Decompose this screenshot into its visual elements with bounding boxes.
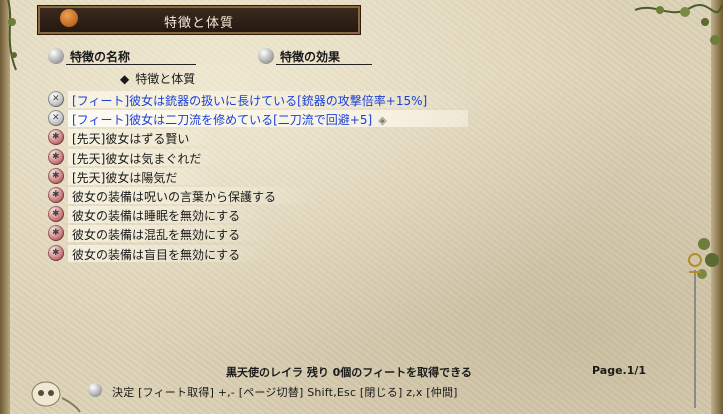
trait-icon: ✱ [48, 129, 64, 146]
emblem-icon: ✱ [52, 151, 60, 162]
feature-text: [フィート]彼女は銃器の扱いに長けている[銃器の攻撃倍率+15%] [72, 94, 428, 108]
column-header-name[interactable]: 特徴の名称 [48, 46, 198, 66]
emblem-icon: ✱ [52, 189, 60, 200]
key-hint-text: 決定 [フィート取得] +,- [ページ切替] Shift,Esc [閉じる] … [112, 386, 458, 399]
window-title-bar: 特徴と体質 [38, 6, 360, 34]
emblem-icon: ✱ [52, 247, 60, 258]
emblem-icon: ✱ [52, 132, 60, 143]
column-effect-label: 特徴の効果 [280, 50, 341, 64]
trait-icon: ✱ [48, 167, 64, 184]
trait-icon: ✱ [48, 186, 64, 203]
diamond-bullet-icon: ◆ [120, 72, 130, 86]
feature-text: [先天]彼女は気まぐれだ [72, 151, 202, 166]
crossed-swords-icon: ✕ [52, 113, 60, 124]
trait-icon: ✱ [48, 148, 64, 165]
feature-text: 彼女の装備は睡眠を無効にする [72, 209, 241, 224]
vine-decoration-left [7, 0, 17, 71]
feature-row[interactable]: ✱ 彼女の装備は呪いの言葉から保護する [46, 186, 706, 205]
window-right-edge [711, 0, 723, 414]
vine-decoration-top-right [634, 4, 723, 45]
feature-row[interactable]: ✱ [先天]彼女は陽気だ [46, 167, 706, 186]
selection-cursor-icon: ◈ [378, 114, 387, 128]
page-indicator: Page.1/1 [592, 364, 647, 377]
status-text: 黒天使のレイラ 残り 0個のフィートを取得できる [226, 366, 472, 379]
feature-text: 彼女の装備は混乱を無効にする [72, 228, 241, 243]
feature-row[interactable]: ✱ [先天]彼女はずる賢い [46, 128, 706, 147]
hint-badge-icon [88, 383, 102, 397]
emblem-icon: ✱ [52, 170, 60, 181]
feature-text: [先天]彼女は陽気だ [72, 170, 178, 185]
feature-row[interactable]: ✕ [フィート]彼女は二刀流を修めている[二刀流で回避+5] ◈ [46, 109, 706, 128]
feature-text: 彼女の装備は盲目を無効にする [72, 247, 241, 262]
trait-icon: ✱ [48, 244, 64, 261]
feature-text: [フィート]彼女は二刀流を修めている[二刀流で回避+5] ◈ [72, 111, 387, 128]
feature-text: [先天]彼女はずる賢い [72, 132, 190, 147]
column-underline [276, 64, 372, 65]
mascot-icon [60, 9, 78, 27]
feature-row[interactable]: ✕ [フィート]彼女は銃器の扱いに長けている[銃器の攻撃倍率+15%] [46, 90, 706, 109]
key-hint-bar: 決定 [フィート取得] +,- [ページ切替] Shift,Esc [閉じる] … [84, 380, 614, 404]
trait-icon: ✱ [48, 206, 64, 223]
feat-icon: ✕ [48, 91, 64, 107]
crossed-swords-icon: ✕ [52, 94, 60, 104]
feature-row[interactable]: ✱ 彼女の装備は睡眠を無効にする [46, 205, 706, 224]
emblem-icon: ✱ [52, 228, 60, 239]
feature-row[interactable]: ✱ 彼女の装備は混乱を無効にする [46, 224, 706, 243]
section-heading: ◆ 特徴と体質 [120, 70, 195, 87]
column-badge-icon [258, 48, 274, 64]
column-underline [66, 64, 196, 65]
window-title: 特徴と体質 [163, 16, 234, 31]
column-badge-icon [48, 48, 64, 64]
feature-text-content: [フィート]彼女は二刀流を修めている[二刀流で回避+5] [72, 113, 373, 128]
skull-decoration [31, 381, 81, 413]
trait-icon: ✱ [48, 225, 64, 242]
feature-list: ✕ [フィート]彼女は銃器の扱いに長けている[銃器の攻撃倍率+15%] ✕ [フィート… [46, 90, 706, 263]
column-name-label: 特徴の名称 [70, 50, 131, 64]
feat-icon: ✕ [48, 110, 64, 127]
feature-row[interactable]: ✱ [先天]彼女は気まぐれだ [46, 148, 706, 167]
feature-text: 彼女の装備は呪いの言葉から保護する [72, 189, 277, 204]
column-header-effect[interactable]: 特徴の効果 [258, 46, 378, 66]
section-heading-text: 特徴と体質 [135, 72, 196, 86]
feature-row[interactable]: ✱ 彼女の装備は盲目を無効にする [46, 244, 706, 263]
emblem-icon: ✱ [52, 209, 60, 220]
